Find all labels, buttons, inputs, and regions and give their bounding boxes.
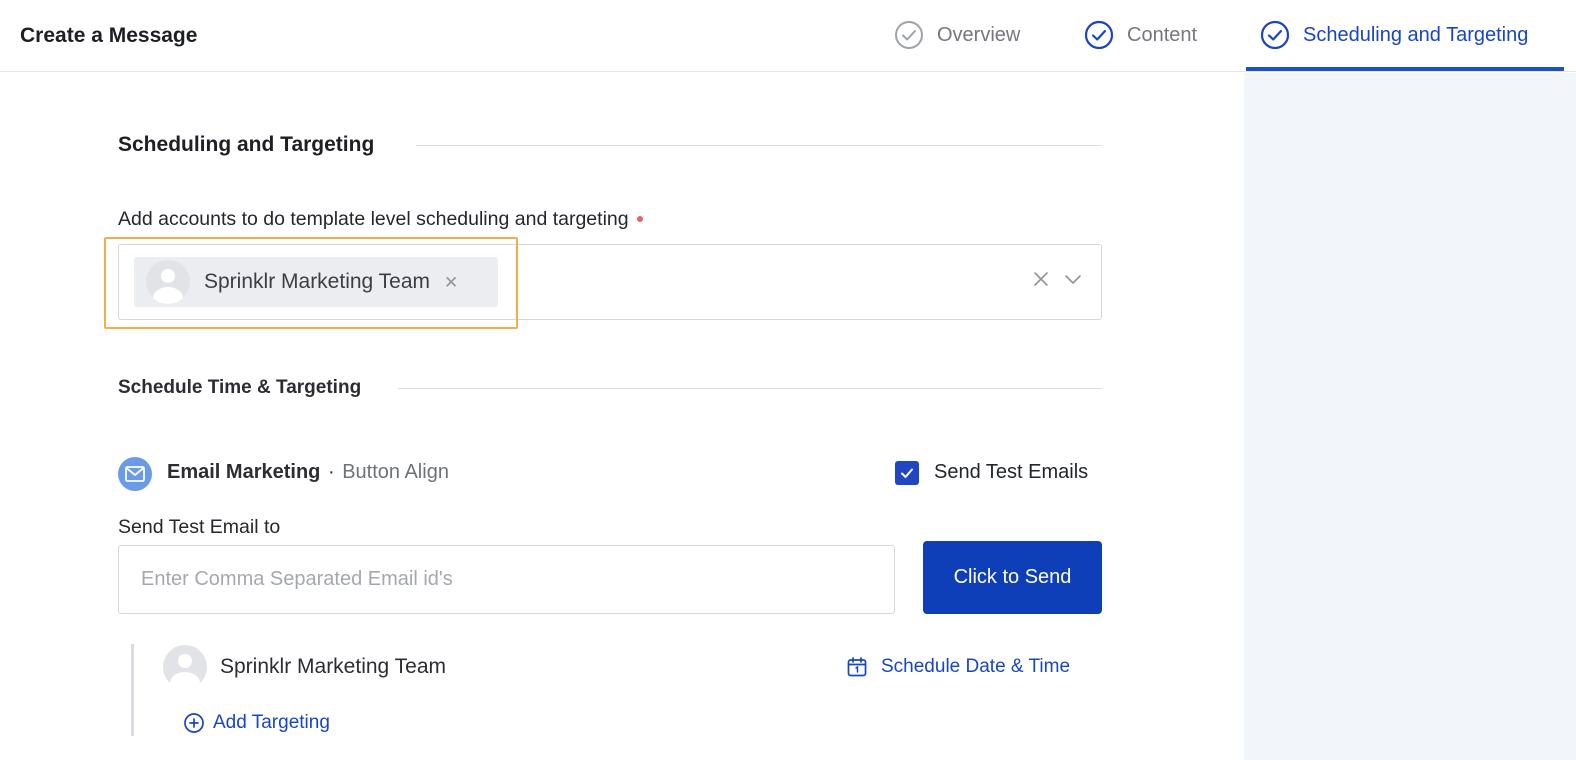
- channel-separator: ·: [327, 461, 335, 483]
- page-title: Create a Message: [20, 24, 198, 47]
- top-header: Create a Message Overview Content Schedu…: [0, 0, 1576, 72]
- target-account-name: Sprinklr Marketing Team: [220, 655, 447, 678]
- user-avatar-icon: [163, 645, 207, 689]
- step-overview[interactable]: Overview: [894, 20, 1020, 50]
- active-step-indicator: [1246, 67, 1564, 71]
- check-circle-icon: [1084, 20, 1114, 50]
- step-label: Scheduling and Targeting: [1303, 23, 1529, 46]
- step-label: Overview: [937, 23, 1021, 46]
- channel-info: Email Marketing · Button Align: [167, 461, 449, 484]
- section-title-scheduling: Scheduling and Targeting: [118, 133, 375, 156]
- email-icon: [118, 457, 152, 491]
- required-indicator: [636, 215, 643, 222]
- step-content[interactable]: Content: [1084, 20, 1197, 50]
- accounts-field-label: Add accounts to do template level schedu…: [118, 208, 643, 231]
- target-group-bar: [131, 644, 134, 736]
- calendar-icon: [846, 656, 868, 678]
- step-label: Content: [1127, 23, 1198, 46]
- test-email-input[interactable]: [118, 545, 895, 614]
- send-test-email-label: Send Test Email to: [118, 516, 281, 538]
- check-circle-icon: [1260, 20, 1290, 50]
- send-test-emails-label[interactable]: Send Test Emails: [934, 461, 1088, 484]
- divider: [416, 145, 1102, 146]
- channel-subtitle: Button Align: [342, 461, 449, 483]
- add-targeting-label: Add Targeting: [213, 712, 330, 733]
- schedule-date-time-link[interactable]: Schedule Date & Time: [846, 656, 1070, 678]
- accounts-label-text: Add accounts to do template level schedu…: [118, 208, 629, 230]
- click-to-send-button[interactable]: Click to Send: [923, 541, 1102, 614]
- chevron-down-icon[interactable]: [1062, 268, 1084, 290]
- divider: [398, 388, 1102, 389]
- section-title-schedule-time: Schedule Time & Targeting: [118, 377, 362, 398]
- check-circle-icon: [894, 20, 924, 50]
- channel-name: Email Marketing: [167, 461, 321, 483]
- side-panel: [1244, 73, 1576, 760]
- plus-circle-icon: [183, 712, 205, 734]
- highlight-box: [104, 237, 518, 329]
- schedule-link-label: Schedule Date & Time: [881, 656, 1071, 677]
- clear-selection-icon[interactable]: [1030, 268, 1052, 290]
- add-targeting-link[interactable]: Add Targeting: [183, 712, 330, 734]
- step-scheduling-and-targeting[interactable]: Scheduling and Targeting: [1260, 20, 1528, 50]
- send-test-emails-checkbox[interactable]: [895, 461, 919, 485]
